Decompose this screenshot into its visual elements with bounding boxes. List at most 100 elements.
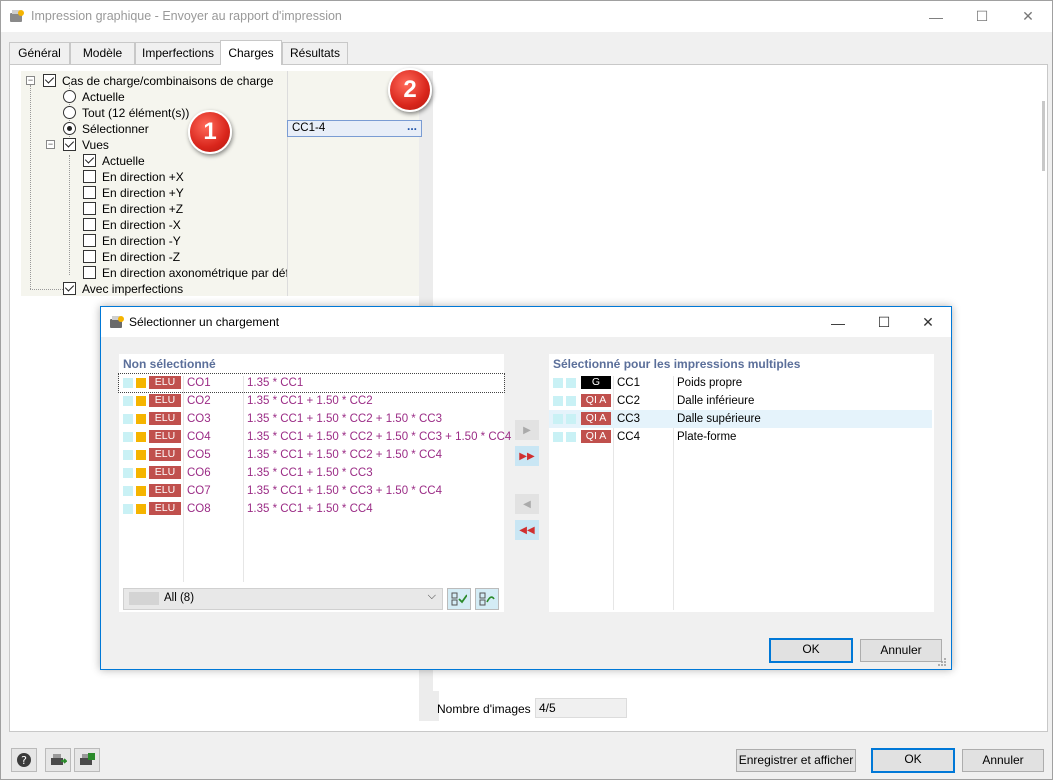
save-and-show-button[interactable]: Enregistrer et afficher xyxy=(736,749,856,772)
orange-square-icon xyxy=(136,468,146,478)
image-count-field: 4/5 xyxy=(535,698,627,718)
help-button[interactable]: ? xyxy=(11,748,37,772)
combo-type-tag: ELU xyxy=(149,484,181,497)
invert-selection-icon xyxy=(479,592,495,606)
combo-id: CO2 xyxy=(187,395,211,407)
radio-select[interactable] xyxy=(63,122,76,135)
combo-id: CO8 xyxy=(187,503,211,515)
view-axonometric-checkbox[interactable] xyxy=(83,266,96,279)
list-item[interactable]: QI A CC2 Dalle inférieure xyxy=(549,392,932,410)
imperfections-checkbox[interactable] xyxy=(63,282,76,295)
view-minus-x-checkbox[interactable] xyxy=(83,218,96,231)
loadcase-id: CC2 xyxy=(617,395,641,407)
tab-imperfections[interactable]: Imperfections xyxy=(135,42,221,64)
image-count-value: 4/5 xyxy=(539,701,556,715)
cyan-square-icon xyxy=(123,396,133,406)
unselected-header: Non sélectionné xyxy=(123,357,216,371)
dialog-minimize-button[interactable]: — xyxy=(815,307,861,338)
close-button[interactable]: ✕ xyxy=(1005,1,1051,32)
unselected-list[interactable]: Non sélectionné ELU CO1 1.35 * CC1 ELU CO2 1.… xyxy=(118,354,511,612)
views-checkbox[interactable] xyxy=(63,138,76,151)
preview-scrollbar[interactable] xyxy=(1039,71,1049,691)
loadcases-label: Cas de charge/combinaisons de charge xyxy=(62,74,274,88)
dialog-close-button[interactable]: ✕ xyxy=(905,307,951,338)
filter-dropdown[interactable]: All (8) ⌵ xyxy=(123,588,443,610)
view-minus-z-checkbox[interactable] xyxy=(83,250,96,263)
ok-button[interactable]: OK xyxy=(871,748,955,773)
print-settings-button[interactable] xyxy=(45,748,71,772)
printer-save-icon xyxy=(80,753,95,765)
browse-button[interactable]: ... xyxy=(407,119,417,134)
view-minus-z-label: En direction -Z xyxy=(102,250,181,264)
minimize-button[interactable]: — xyxy=(913,1,959,32)
tab-general[interactable]: Général xyxy=(9,42,70,64)
loadcases-checkbox[interactable] xyxy=(43,74,56,87)
scrollbar-thumb[interactable] xyxy=(1042,101,1045,171)
list-item[interactable]: ELU CO5 1.35 * CC1 + 1.50 * CC2 + 1.50 * C… xyxy=(119,446,504,464)
load-category-tag: QI A xyxy=(581,394,611,407)
cyan-square-icon xyxy=(123,414,133,424)
combo-formula: 1.35 * CC1 xyxy=(247,377,304,389)
list-item[interactable]: ELU CO1 1.35 * CC1 xyxy=(118,373,505,393)
move-left-button[interactable]: ◀ xyxy=(515,494,539,514)
view-plus-x-label: En direction +X xyxy=(102,170,184,184)
load-category-tag: QI A xyxy=(581,412,611,425)
view-current-checkbox[interactable] xyxy=(83,154,96,167)
list-item[interactable]: G CC1 Poids propre xyxy=(549,374,932,392)
cancel-button[interactable]: Annuler xyxy=(962,749,1044,772)
move-all-right-button[interactable]: ▶▶ xyxy=(515,446,539,466)
print-save-button[interactable] xyxy=(74,748,100,772)
tab-charges[interactable]: Charges xyxy=(220,40,282,65)
select-all-button[interactable] xyxy=(447,588,471,610)
orange-square-icon xyxy=(136,396,146,406)
views-label: Vues xyxy=(82,138,109,152)
radio-current[interactable] xyxy=(63,90,76,103)
selection-field[interactable]: CC1-4 ... xyxy=(287,119,422,137)
orange-square-icon xyxy=(136,504,146,514)
list-item[interactable]: ELU CO3 1.35 * CC1 + 1.50 * CC2 + 1.50 * C… xyxy=(119,410,504,428)
orange-square-icon xyxy=(136,486,146,496)
tab-model[interactable]: Modèle xyxy=(70,42,135,64)
list-item[interactable]: QI A CC4 Plate-forme xyxy=(549,428,932,446)
tree-background xyxy=(21,71,421,296)
cyan-square-icon xyxy=(566,378,576,388)
move-right-button[interactable]: ▶ xyxy=(515,420,539,440)
collapse-icon[interactable]: − xyxy=(46,140,55,149)
combo-id: CO7 xyxy=(187,485,211,497)
resize-grip-icon[interactable] xyxy=(937,657,947,667)
combo-type-tag: ELU xyxy=(149,430,181,443)
radio-current-label: Actuelle xyxy=(82,90,125,104)
cyan-square-icon xyxy=(566,396,576,406)
loadcase-name: Dalle inférieure xyxy=(677,395,755,407)
list-item[interactable]: ELU CO6 1.35 * CC1 + 1.50 * CC3 xyxy=(119,464,504,482)
move-all-left-button[interactable]: ◀◀ xyxy=(515,520,539,540)
list-item[interactable]: ELU CO2 1.35 * CC1 + 1.50 * CC2 xyxy=(119,392,504,410)
combo-formula: 1.35 * CC1 + 1.50 * CC3 xyxy=(247,467,373,479)
list-item[interactable]: QI A CC3 Dalle supérieure xyxy=(549,410,932,428)
view-minus-y-checkbox[interactable] xyxy=(83,234,96,247)
invert-selection-button[interactable] xyxy=(475,588,499,610)
maximize-button[interactable]: ☐ xyxy=(959,1,1005,32)
combo-formula: 1.35 * CC1 + 1.50 * CC2 + 1.50 * CC4 xyxy=(247,449,442,461)
radio-all[interactable] xyxy=(63,106,76,119)
combo-formula: 1.35 * CC1 + 1.50 * CC2 xyxy=(247,395,373,407)
view-plus-x-checkbox[interactable] xyxy=(83,170,96,183)
list-item[interactable]: ELU CO4 1.35 * CC1 + 1.50 * CC2 + 1.50 * C… xyxy=(119,428,511,446)
combo-id: CO6 xyxy=(187,467,211,479)
loadcase-id: CC3 xyxy=(617,413,641,425)
list-item[interactable]: ELU CO7 1.35 * CC1 + 1.50 * CC3 + 1.50 * C… xyxy=(119,482,504,500)
dialog-cancel-button[interactable]: Annuler xyxy=(860,639,942,662)
dialog-ok-button[interactable]: OK xyxy=(769,638,853,663)
select-all-icon xyxy=(451,592,467,606)
dialog-maximize-button[interactable]: ☐ xyxy=(861,307,907,338)
view-plus-y-checkbox[interactable] xyxy=(83,186,96,199)
selected-list[interactable]: Sélectionné pour les impressions multipl… xyxy=(549,354,934,612)
list-item[interactable]: ELU CO8 1.35 * CC1 + 1.50 * CC4 xyxy=(119,500,504,518)
view-plus-z-checkbox[interactable] xyxy=(83,202,96,215)
cyan-square-icon xyxy=(553,414,563,424)
app-icon xyxy=(10,10,24,22)
collapse-icon[interactable]: − xyxy=(26,76,35,85)
combo-type-tag: ELU xyxy=(149,376,181,389)
tab-results[interactable]: Résultats xyxy=(282,42,348,64)
window-title: Impression graphique - Envoyer au rappor… xyxy=(31,9,342,23)
